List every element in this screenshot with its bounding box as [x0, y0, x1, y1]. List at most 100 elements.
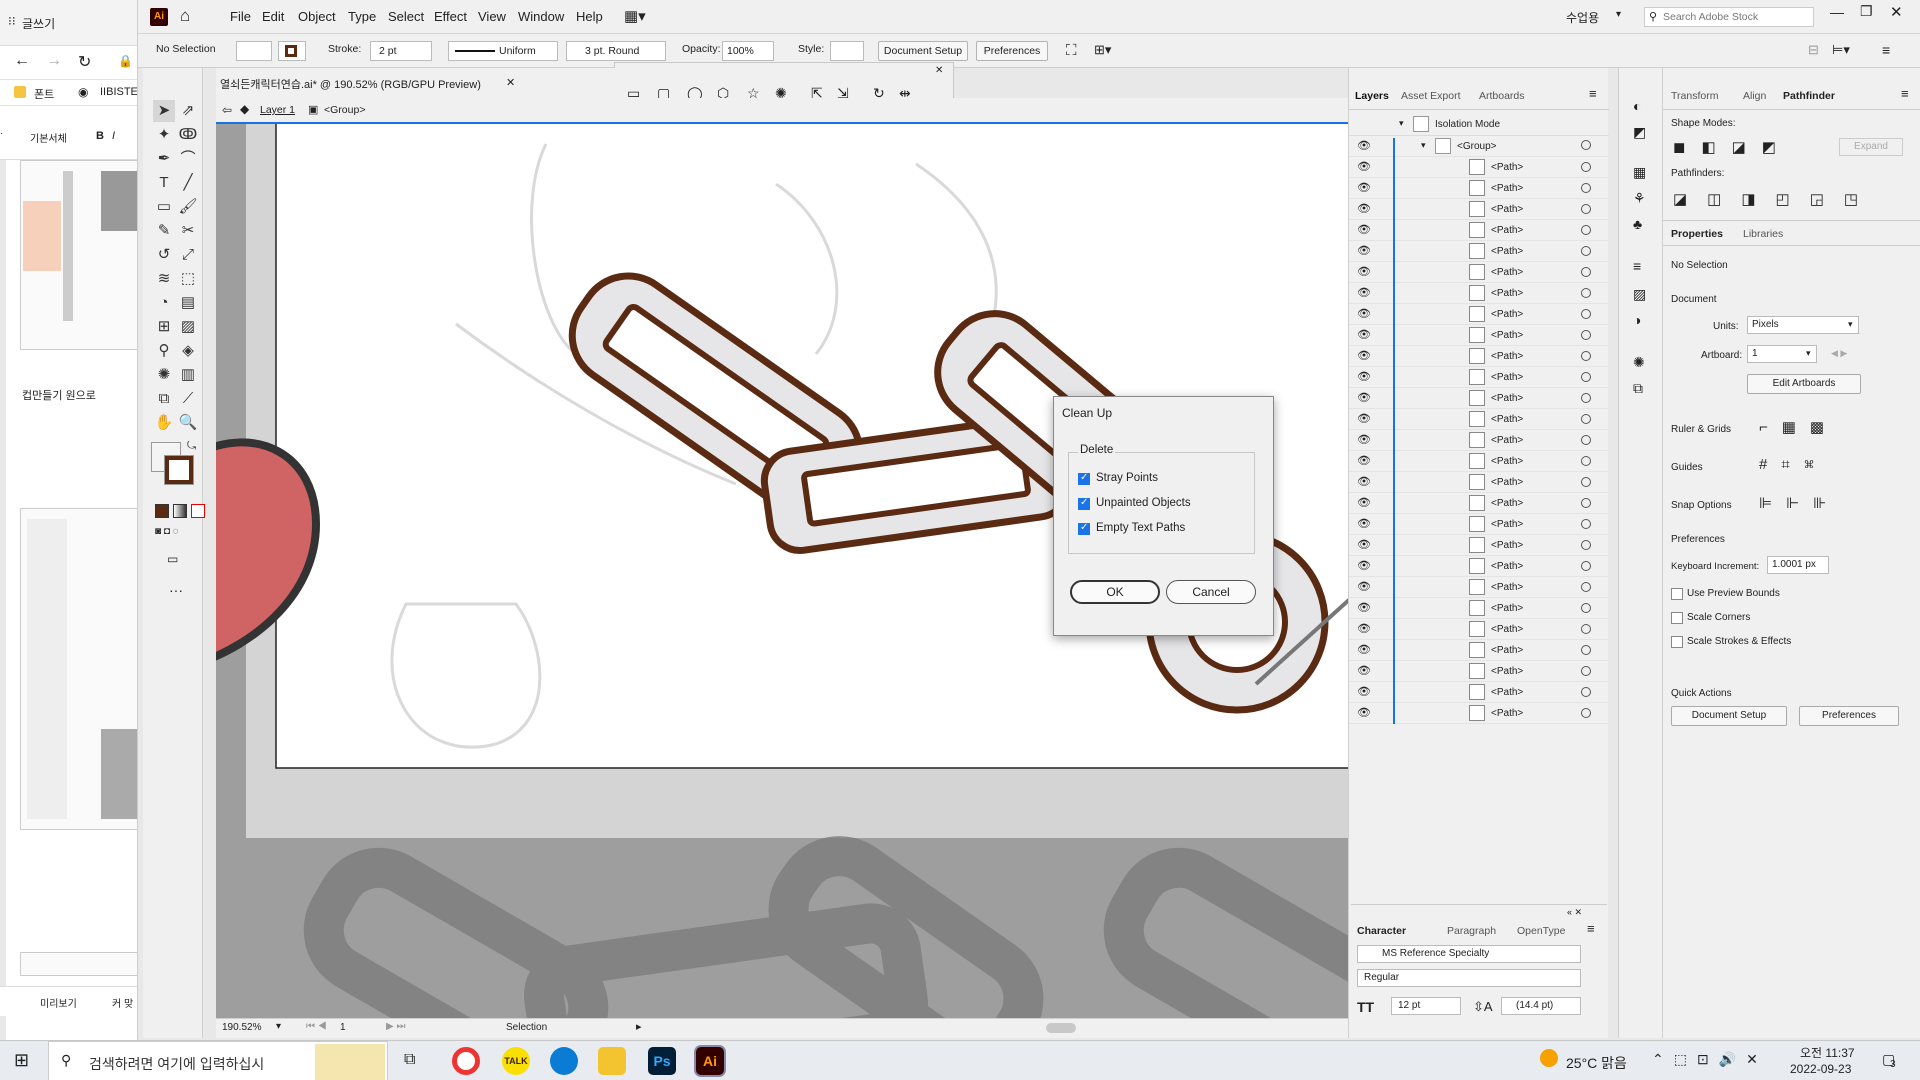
tab-properties[interactable]: Properties	[1671, 228, 1723, 240]
target-icon[interactable]	[1581, 140, 1591, 150]
shape-builder-icon[interactable]: ◔	[153, 292, 175, 314]
clock-date[interactable]: 2022-09-23	[1790, 1062, 1851, 1076]
file-explorer-icon[interactable]	[598, 1047, 626, 1075]
screenshot-thumbnail-1[interactable]	[20, 160, 137, 350]
bookmark-iibiste[interactable]: IIBISTE	[100, 86, 137, 98]
curvature-tool-icon[interactable]: ⌒	[177, 148, 199, 170]
panel-menu-icon[interactable]: ≡	[1901, 86, 1909, 101]
layer-row[interactable]: 👁 <Path>	[1349, 472, 1609, 493]
task-view-icon[interactable]: ⧉	[404, 1051, 415, 1069]
illustrator-taskbar-icon[interactable]: Ai	[696, 1047, 724, 1075]
pen-tool-icon[interactable]: ✒	[153, 148, 175, 170]
tab-paragraph[interactable]: Paragraph	[1447, 925, 1496, 937]
target-icon[interactable]	[1581, 288, 1591, 298]
eye-icon[interactable]: 👁	[1357, 559, 1371, 572]
layer-row[interactable]: 👁 <Path>	[1349, 220, 1609, 241]
layer-row[interactable]: 👁 <Path>	[1349, 304, 1609, 325]
scale-corners-checkbox[interactable]	[1671, 612, 1683, 624]
breadcrumb-layer[interactable]: Layer 1	[260, 104, 295, 116]
transform-options-icon[interactable]: ⊞▾	[1094, 42, 1111, 58]
rectangle-tool-icon[interactable]: ▭	[153, 196, 175, 218]
document-tab[interactable]: 열쇠든캐릭터연습.ai* @ 190.52% (RGB/GPU Preview)…	[216, 68, 616, 98]
menu-select[interactable]: Select	[388, 9, 424, 24]
panel-menu-icon[interactable]: ≡	[1589, 86, 1597, 101]
more-tools-icon[interactable]: ···	[169, 582, 183, 598]
target-icon[interactable]	[1581, 582, 1591, 592]
font-style-select[interactable]: Regular	[1357, 969, 1581, 987]
forward-icon[interactable]: →	[46, 52, 62, 70]
italic-icon[interactable]: I	[112, 130, 115, 142]
layer-row[interactable]: 👁 <Path>	[1349, 598, 1609, 619]
status-arrow-icon[interactable]: ▸	[636, 1020, 642, 1033]
stroke-weight-input[interactable]: 2 pt	[370, 41, 432, 61]
eye-icon[interactable]: 👁	[1357, 643, 1371, 656]
guides-icons[interactable]: #⌗⌘	[1759, 456, 1828, 473]
windows-start-icon[interactable]: ⊞	[14, 1050, 29, 1071]
close-icon[interactable]: ✕	[506, 76, 515, 89]
eye-icon[interactable]: 👁	[1357, 475, 1371, 488]
target-icon[interactable]	[1581, 351, 1591, 361]
eyedropper-icon[interactable]: ⚲	[153, 340, 175, 362]
target-icon[interactable]	[1581, 267, 1591, 277]
menu-object[interactable]: Object	[298, 9, 336, 24]
next-artboard-icon[interactable]: ▶ ⏭	[386, 1021, 405, 1032]
back-icon[interactable]: ←	[14, 52, 30, 70]
eye-icon[interactable]: 👁	[1357, 202, 1371, 215]
target-icon[interactable]	[1581, 540, 1591, 550]
chevron-down-icon[interactable]: ▾	[276, 1021, 281, 1032]
target-icon[interactable]	[1581, 393, 1591, 403]
expand-button[interactable]: Expand	[1839, 138, 1903, 156]
system-tray-icons[interactable]: ⌃⬚⊡🔊✕	[1652, 1051, 1768, 1068]
menu-view[interactable]: View	[478, 9, 506, 24]
lasso-icon[interactable]: ↂ	[177, 124, 199, 146]
tab-align[interactable]: Align	[1743, 90, 1766, 102]
layer-row[interactable]: 👁 <Path>	[1349, 556, 1609, 577]
layer-row[interactable]: 👁 <Path>	[1349, 367, 1609, 388]
eye-icon[interactable]: 👁	[1357, 706, 1371, 719]
eye-icon[interactable]: 👁	[1357, 664, 1371, 677]
quick-preferences-button[interactable]: Preferences	[1799, 706, 1899, 726]
target-icon[interactable]	[1581, 498, 1591, 508]
brush-definition[interactable]: 3 pt. Round	[566, 41, 666, 61]
eye-icon[interactable]: 👁	[1357, 181, 1371, 194]
menu-window[interactable]: Window	[518, 9, 564, 24]
tab-artboards[interactable]: Artboards	[1479, 90, 1525, 102]
eye-icon[interactable]: 👁	[1357, 160, 1371, 173]
color-mode-icon[interactable]	[155, 504, 169, 518]
bold-icon[interactable]: B	[96, 130, 104, 142]
isolation-row[interactable]: ▾ Isolation Mode	[1349, 114, 1609, 136]
stray-points-checkbox[interactable]: ✓	[1078, 472, 1090, 485]
layer-row[interactable]: 👁 <Path>	[1349, 283, 1609, 304]
club-icon[interactable]: ♣	[1633, 216, 1642, 232]
perspective-grid-icon[interactable]: ▤	[177, 292, 199, 314]
color-guide-icon[interactable]: ◐	[1633, 98, 1641, 114]
collapse-icon[interactable]: « ✕	[1567, 907, 1582, 918]
layer-row[interactable]: 👁 <Path>	[1349, 178, 1609, 199]
canvas[interactable]	[216, 124, 1466, 1038]
layer-row[interactable]: 👁 <Path>	[1349, 661, 1609, 682]
target-icon[interactable]	[1581, 225, 1591, 235]
fill-swatch[interactable]	[236, 41, 272, 61]
draw-modes-icon[interactable]: ◙ ◘ ◌	[155, 526, 205, 542]
layer-row[interactable]: 👁 <Path>	[1349, 619, 1609, 640]
layer-row[interactable]: 👁 <Path>	[1349, 640, 1609, 661]
breadcrumb-group[interactable]: <Group>	[324, 104, 365, 116]
target-icon[interactable]	[1581, 372, 1591, 382]
chevron-down-icon[interactable]: ▾	[1616, 9, 1621, 20]
eye-icon[interactable]: 👁	[1357, 391, 1371, 404]
swatches-icon[interactable]: ◩	[1633, 124, 1646, 141]
eye-icon[interactable]: 👁	[1357, 496, 1371, 509]
eye-icon[interactable]: 👁	[1357, 244, 1371, 257]
layer-row[interactable]: 👁 <Path>	[1349, 535, 1609, 556]
tab-transform[interactable]: Transform	[1671, 90, 1718, 102]
target-icon[interactable]	[1581, 414, 1591, 424]
scissors-icon[interactable]: ✂	[177, 220, 199, 242]
minimize-icon[interactable]: —	[1830, 4, 1844, 20]
expand-arrow-icon[interactable]: ▾	[1421, 140, 1426, 151]
layer-row[interactable]: 👁 <Path>	[1349, 199, 1609, 220]
rotate-tool-icon[interactable]: ↺	[153, 244, 175, 266]
tab-opentype[interactable]: OpenType	[1517, 925, 1565, 937]
distribute-icon[interactable]: ⊨▾	[1832, 42, 1850, 58]
close-icon[interactable]: ✕	[1890, 3, 1903, 21]
menu-help[interactable]: Help	[576, 9, 603, 24]
